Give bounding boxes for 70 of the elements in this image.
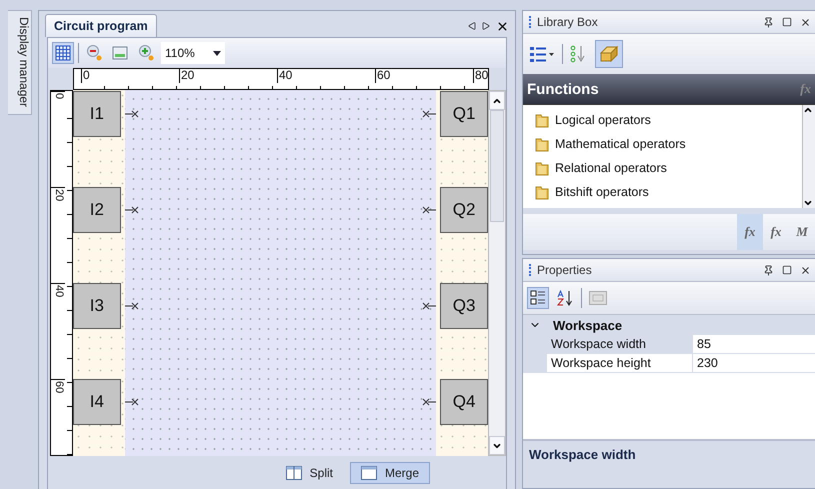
folder-icon <box>535 184 549 200</box>
function-button[interactable]: fx <box>763 214 789 250</box>
close-icon[interactable] <box>800 16 811 28</box>
connector-pin-icon <box>124 302 139 310</box>
input-block[interactable]: I1 <box>72 91 121 137</box>
folder-icon <box>535 136 549 152</box>
document-tab[interactable]: Circuit program <box>45 14 157 37</box>
property-name[interactable]: Workspace height <box>523 354 693 373</box>
function-button[interactable]: M <box>789 214 815 250</box>
category-label: Workspace <box>553 318 622 332</box>
ruler-label: 20 <box>51 187 65 283</box>
library-item[interactable]: Relational operators <box>535 159 802 177</box>
input-block[interactable]: I4 <box>72 379 121 425</box>
vertical-scrollbar[interactable] <box>488 90 506 456</box>
side-tab[interactable]: Display manager <box>8 10 32 115</box>
library-item[interactable]: Mathematical operators <box>535 135 802 153</box>
view-button[interactable]: Split <box>274 462 344 484</box>
output-block[interactable]: Q1 <box>440 91 488 137</box>
split-view-icon <box>286 466 302 480</box>
ruler-label: 0 <box>51 91 65 187</box>
grid-button[interactable] <box>52 42 74 64</box>
library-item[interactable]: Logical operators <box>535 111 802 129</box>
folder-icon <box>535 112 549 128</box>
ruler-label: 60 <box>375 69 473 83</box>
scroll-left-icon[interactable] <box>468 22 476 30</box>
panel-title: Library Box <box>537 15 598 29</box>
ruler-label: 40 <box>277 69 375 83</box>
maximize-icon[interactable] <box>782 16 792 26</box>
maximize-icon[interactable] <box>782 264 792 274</box>
pin-icon[interactable] <box>763 264 774 276</box>
connector-pin-icon <box>124 398 139 406</box>
property-name[interactable]: Workspace width <box>523 335 693 354</box>
description-title: Workspace width <box>529 447 636 462</box>
ruler-label: 20 <box>179 69 277 83</box>
ruler-label: 60 <box>51 379 65 455</box>
scrollbar-thumb[interactable] <box>490 110 504 222</box>
function-mark: fx <box>800 81 811 97</box>
window-icon <box>360 466 377 480</box>
section-title: Functions <box>527 80 599 98</box>
panel-title: Properties <box>537 263 592 277</box>
connector-pin-icon <box>422 398 436 406</box>
zoom-field[interactable]: 110% <box>161 42 225 64</box>
scroll-down-icon[interactable] <box>803 198 813 208</box>
folder-icon <box>535 160 549 176</box>
view-button[interactable]: Merge <box>350 462 430 484</box>
pin-icon[interactable] <box>763 16 774 28</box>
library-button[interactable] <box>595 40 623 68</box>
close-icon[interactable] <box>496 20 509 32</box>
scroll-up-icon[interactable] <box>803 105 813 115</box>
list-scrollbar[interactable] <box>802 105 815 208</box>
connector-pin-icon <box>124 110 139 118</box>
property-value[interactable]: 230 <box>693 354 815 373</box>
output-block[interactable]: Q3 <box>440 283 488 329</box>
ruler-label: 40 <box>51 283 65 379</box>
output-block[interactable]: Q2 <box>440 187 488 233</box>
connector-pin-icon <box>422 302 436 310</box>
scroll-right-icon[interactable] <box>482 22 490 30</box>
input-block[interactable]: I3 <box>72 283 121 329</box>
connector-pin-icon <box>422 110 436 118</box>
output-block[interactable]: Q4 <box>440 379 488 425</box>
connector-pin-icon <box>124 206 139 214</box>
input-block[interactable]: I2 <box>72 187 121 233</box>
property-value[interactable]: 85 <box>693 335 815 354</box>
library-item[interactable]: Bitshift operators <box>535 183 802 201</box>
connector-pin-icon <box>422 206 436 214</box>
close-icon[interactable] <box>800 264 811 276</box>
ruler-label: 0 <box>81 69 179 83</box>
categorized-button[interactable] <box>527 287 549 309</box>
function-button[interactable]: fx <box>737 214 763 250</box>
dropdown-icon[interactable] <box>213 50 221 56</box>
